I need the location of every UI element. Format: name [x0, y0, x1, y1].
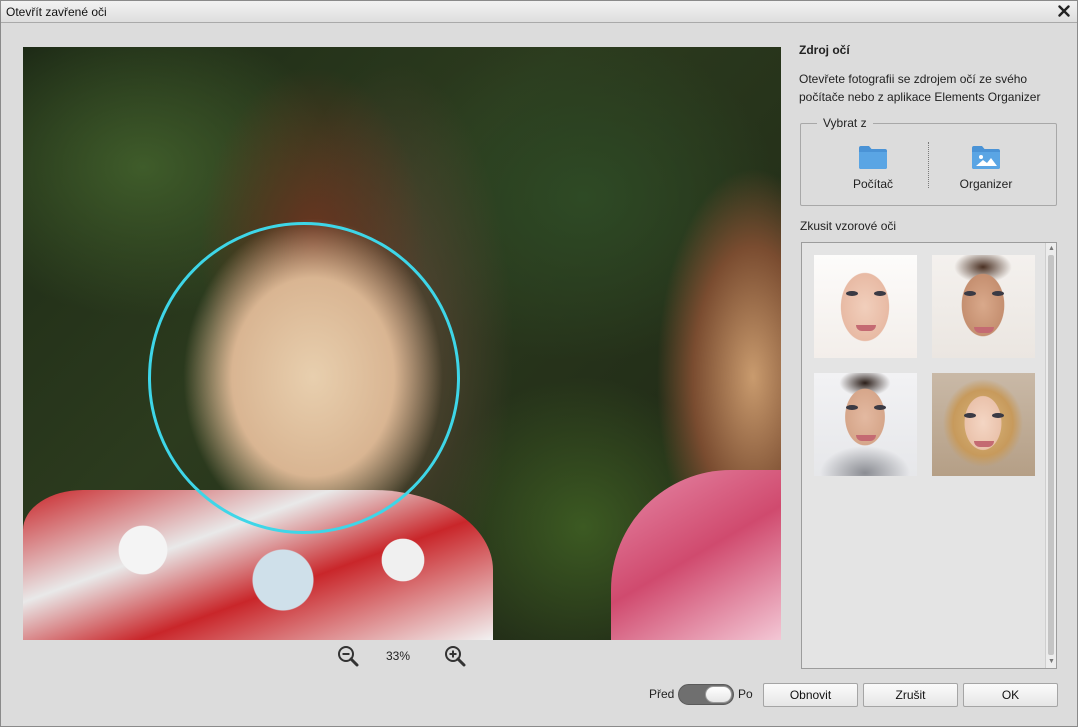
sample-eyes [846, 405, 886, 411]
eye-source-description: Otevřete fotografii se zdrojem očí ze sv… [799, 72, 1041, 104]
zoom-in-button[interactable] [443, 644, 467, 668]
scroll-down-icon[interactable]: ▼ [1048, 658, 1055, 666]
cancel-button[interactable]: Zrušit [863, 683, 958, 707]
sample-eyes [846, 291, 886, 297]
sample-face-4[interactable] [932, 373, 1035, 476]
sample-eyes-list[interactable]: ▲ ▼ [801, 242, 1057, 669]
select-from-legend: Vybrat z [817, 116, 873, 130]
computer-source-label: Počítač [852, 177, 894, 191]
sample-eyes [964, 413, 1004, 419]
try-sample-eyes-label: Zkusit vzorové oči [800, 219, 897, 233]
sample-eyes [964, 291, 1004, 297]
folder-icon [859, 146, 887, 169]
before-label: Před [649, 687, 675, 701]
reset-button[interactable]: Obnovit [763, 683, 858, 707]
ok-button[interactable]: OK [963, 683, 1058, 707]
window-title: Otevřít zavřené oči [6, 5, 107, 19]
organizer-source-label: Organizer [959, 177, 1013, 191]
zoom-out-icon [338, 646, 359, 667]
zoom-level: 33% [386, 649, 411, 663]
organizer-folder-icon [972, 146, 1000, 169]
sample-face-1[interactable] [814, 255, 917, 358]
zoom-in-icon [445, 646, 466, 667]
scroll-up-icon[interactable]: ▲ [1048, 245, 1055, 253]
close-button[interactable] [1055, 2, 1073, 20]
sample-list-scrollbar[interactable]: ▲ ▼ [1045, 243, 1056, 668]
sample-mouth [856, 435, 876, 441]
close-icon [1058, 5, 1070, 17]
sample-face-2[interactable] [932, 255, 1035, 358]
eye-source-heading: Zdroj očí [799, 43, 850, 57]
before-after-toggle[interactable] [678, 684, 734, 705]
photo-region-kimono-right [611, 470, 781, 640]
sample-mouth [974, 441, 994, 447]
sample-face-3[interactable] [814, 373, 917, 476]
sample-mouth [856, 325, 876, 331]
scrollbar-thumb[interactable] [1048, 255, 1054, 655]
after-label: Po [738, 687, 753, 701]
face-selection-circle[interactable] [148, 222, 460, 534]
photo-preview[interactable] [23, 47, 781, 640]
zoom-out-button[interactable] [336, 644, 360, 668]
open-closed-eyes-dialog: Otevřít zavřené oči 33% Zdroj očí Otevře [0, 0, 1078, 727]
computer-source-button[interactable]: Počítač [828, 144, 918, 196]
sample-mouth [974, 327, 994, 333]
zoom-controls: 33% [334, 644, 474, 668]
toggle-knob[interactable] [705, 686, 732, 703]
organizer-source-button[interactable]: Organizer [941, 144, 1031, 196]
title-bar: Otevřít zavřené oči [1, 1, 1077, 23]
select-from-group: Vybrat z Počítač Organizer [800, 116, 1057, 206]
source-divider [928, 142, 929, 188]
